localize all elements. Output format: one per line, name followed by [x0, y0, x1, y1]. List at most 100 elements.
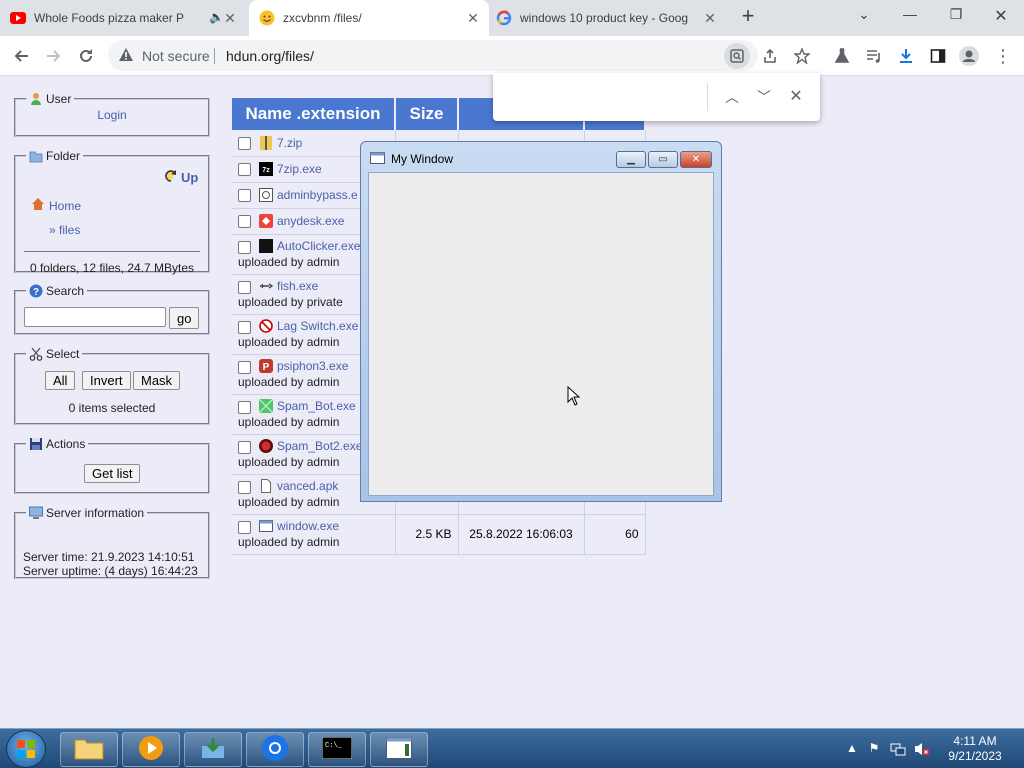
minimize-button[interactable]: —: [898, 6, 922, 26]
row-checkbox[interactable]: [238, 215, 251, 229]
taskbar-cmd[interactable]: C:\_: [308, 732, 366, 767]
folder-icon: [29, 149, 43, 163]
window-maximize-button[interactable]: ▭: [648, 151, 678, 168]
row-checkbox[interactable]: [238, 520, 251, 534]
find-bar: ︿ ﹀ ✕: [493, 73, 820, 121]
network-icon[interactable]: [890, 741, 906, 757]
column-header-size[interactable]: Size: [395, 98, 459, 130]
up-arrow-icon: [164, 169, 178, 186]
spam-bot-icon: [258, 398, 274, 414]
google-icon: [496, 10, 512, 26]
row-checkbox[interactable]: [238, 440, 251, 454]
reading-list-icon[interactable]: [862, 44, 886, 68]
up-link[interactable]: Up: [164, 169, 198, 186]
mouse-cursor-icon: [567, 385, 581, 409]
show-hidden-icons[interactable]: ▲: [844, 741, 860, 757]
window-minimize-button[interactable]: ▁: [616, 151, 646, 168]
share-icon[interactable]: [758, 44, 782, 68]
file-link[interactable]: Lag Switch.exe: [277, 319, 358, 333]
row-checkbox[interactable]: [238, 360, 251, 374]
select-all-button[interactable]: All: [45, 371, 76, 390]
new-tab-button[interactable]: +: [737, 5, 759, 28]
file-hits: 60: [584, 514, 646, 555]
row-checkbox[interactable]: [238, 136, 251, 150]
file-link[interactable]: AutoClicker.exe: [277, 239, 360, 253]
find-next-icon[interactable]: ﹀: [754, 87, 774, 107]
search-input[interactable]: [24, 307, 166, 327]
file-link[interactable]: anydesk.exe: [277, 214, 344, 228]
taskbar-media-player[interactable]: [122, 732, 180, 767]
scissors-icon: [29, 347, 43, 361]
tab-files[interactable]: zxcvbnm /files/ ✕: [249, 0, 489, 36]
server-info-legend: Server information: [46, 506, 145, 520]
window-close-button[interactable]: ✕: [680, 151, 712, 168]
go-button[interactable]: go: [169, 307, 200, 329]
current-folder-link[interactable]: » files: [49, 223, 80, 237]
svg-text:C:\_: C:\_: [325, 742, 343, 750]
zoom-search-icon[interactable]: [724, 43, 750, 69]
tab-google[interactable]: windows 10 product key - Goog ✕: [496, 0, 726, 36]
row-checkbox[interactable]: [238, 189, 251, 203]
close-window-button[interactable]: ✕: [989, 6, 1013, 26]
home-link[interactable]: Home: [31, 197, 81, 214]
url-text[interactable]: hdun.org/files/: [226, 48, 314, 64]
exe-file-icon: [259, 187, 273, 202]
tab-youtube[interactable]: Whole Foods pizza maker Pi 🔈 ✕: [10, 0, 246, 36]
row-checkbox[interactable]: [238, 480, 251, 494]
row-checkbox[interactable]: [238, 163, 251, 177]
row-checkbox[interactable]: [238, 280, 251, 294]
mask-button[interactable]: Mask: [133, 371, 181, 390]
window-title: My Window: [391, 152, 454, 166]
side-panel-icon[interactable]: [926, 44, 950, 68]
close-tab-icon[interactable]: ✕: [702, 10, 718, 26]
find-previous-icon[interactable]: ︿: [722, 87, 742, 107]
row-checkbox[interactable]: [238, 240, 251, 254]
file-link[interactable]: Spam_Bot2.exe: [277, 439, 362, 453]
restore-button[interactable]: ❐: [944, 6, 968, 26]
action-center-flag-icon[interactable]: ⚑: [866, 741, 882, 757]
forward-icon[interactable]: [42, 44, 66, 68]
download-icon[interactable]: [894, 44, 918, 68]
get-list-button[interactable]: Get list: [84, 464, 141, 483]
volume-muted-icon[interactable]: [914, 741, 930, 757]
file-link[interactable]: window.exe: [277, 519, 339, 533]
close-tab-icon[interactable]: ✕: [222, 10, 238, 26]
start-button[interactable]: [6, 730, 46, 768]
file-link[interactable]: 7zip.exe: [277, 162, 322, 176]
menu-kebab-icon[interactable]: ⋮: [991, 44, 1015, 68]
my-window[interactable]: My Window ▁ ▭ ✕: [360, 141, 722, 502]
invert-selection-button[interactable]: Invert: [82, 371, 131, 390]
find-close-icon[interactable]: ✕: [786, 87, 806, 107]
file-link[interactable]: adminbypass.e: [277, 188, 358, 202]
profile-avatar-icon[interactable]: [957, 44, 981, 68]
back-icon[interactable]: [9, 44, 33, 68]
tab-title: windows 10 product key - Goog: [520, 11, 689, 25]
find-input[interactable]: [503, 85, 698, 109]
folder-summary: 0 folders, 12 files, 24.7 MBytes: [29, 261, 195, 275]
taskbar-my-window[interactable]: [370, 732, 428, 767]
labs-flask-icon[interactable]: [830, 44, 854, 68]
taskbar-chrome[interactable]: [246, 732, 304, 767]
file-link[interactable]: Spam_Bot.exe: [277, 399, 356, 413]
fish-icon: [259, 279, 274, 293]
row-checkbox[interactable]: [238, 400, 251, 414]
warning-icon[interactable]: [118, 47, 134, 65]
file-link[interactable]: vanced.apk: [277, 479, 338, 493]
taskbar-app-download[interactable]: [184, 732, 242, 767]
file-size: 2.5 KB: [395, 514, 459, 555]
tab-search-icon[interactable]: ⌄: [852, 6, 876, 26]
reload-icon[interactable]: [74, 44, 98, 68]
system-clock[interactable]: 4:11 AM 9/21/2023: [940, 734, 1010, 764]
close-tab-icon[interactable]: ✕: [465, 10, 481, 26]
file-link[interactable]: 7.zip: [277, 136, 302, 150]
address-bar[interactable]: Not secure hdun.org/files/: [108, 40, 758, 71]
file-link[interactable]: psiphon3.exe: [277, 359, 348, 373]
bookmark-star-icon[interactable]: [790, 44, 814, 68]
column-header-name[interactable]: Name .extension: [232, 98, 396, 130]
row-checkbox[interactable]: [238, 320, 251, 334]
file-link[interactable]: fish.exe: [277, 279, 318, 293]
taskbar-explorer[interactable]: [60, 732, 118, 767]
window-client-area[interactable]: [368, 172, 714, 496]
security-label[interactable]: Not secure: [142, 48, 210, 64]
login-link[interactable]: Login: [97, 108, 126, 122]
